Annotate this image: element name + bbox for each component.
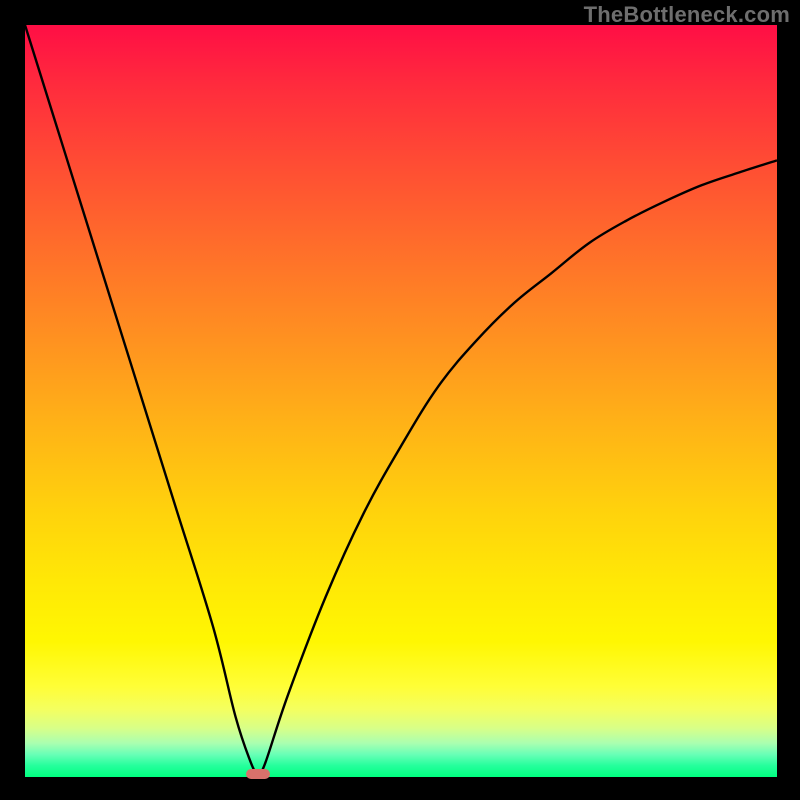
- bottleneck-curve: [25, 25, 777, 777]
- chart-frame: TheBottleneck.com: [0, 0, 800, 800]
- minimum-marker: [246, 769, 270, 779]
- plot-area: [25, 25, 777, 777]
